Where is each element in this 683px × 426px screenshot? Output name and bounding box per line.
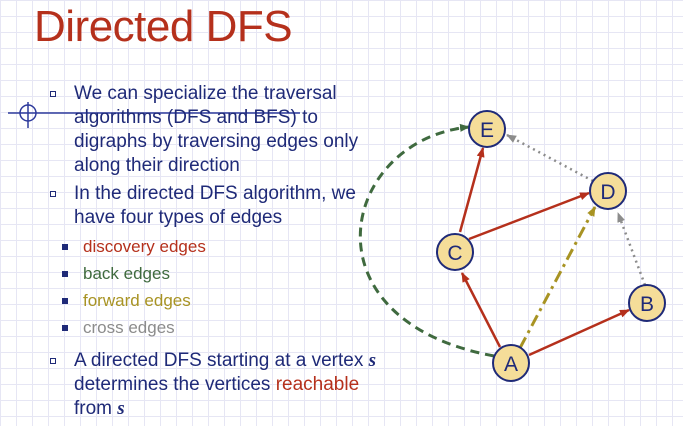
cross-edge-b-d: [616, 212, 647, 286]
node-a: A: [492, 344, 530, 382]
discovery-edge-a-b: [528, 308, 630, 357]
forward-edge-a-d: [518, 206, 597, 349]
digraph-diagram: E D C B A: [358, 110, 666, 382]
node-label: B: [640, 293, 654, 316]
node-d: D: [589, 172, 627, 210]
node-label: C: [447, 242, 462, 265]
discovery-edge-a-c: [460, 272, 502, 348]
node-label: D: [600, 181, 615, 204]
node-label: A: [504, 353, 518, 376]
node-label: E: [480, 119, 494, 142]
discovery-edge-c-d: [468, 191, 590, 241]
cross-edge-d-e: [506, 133, 594, 183]
back-edge-a-e: [358, 123, 495, 358]
node-e: E: [468, 110, 506, 148]
discovery-edge-c-e: [458, 147, 485, 233]
node-b: B: [628, 284, 666, 322]
node-c: C: [436, 233, 474, 271]
